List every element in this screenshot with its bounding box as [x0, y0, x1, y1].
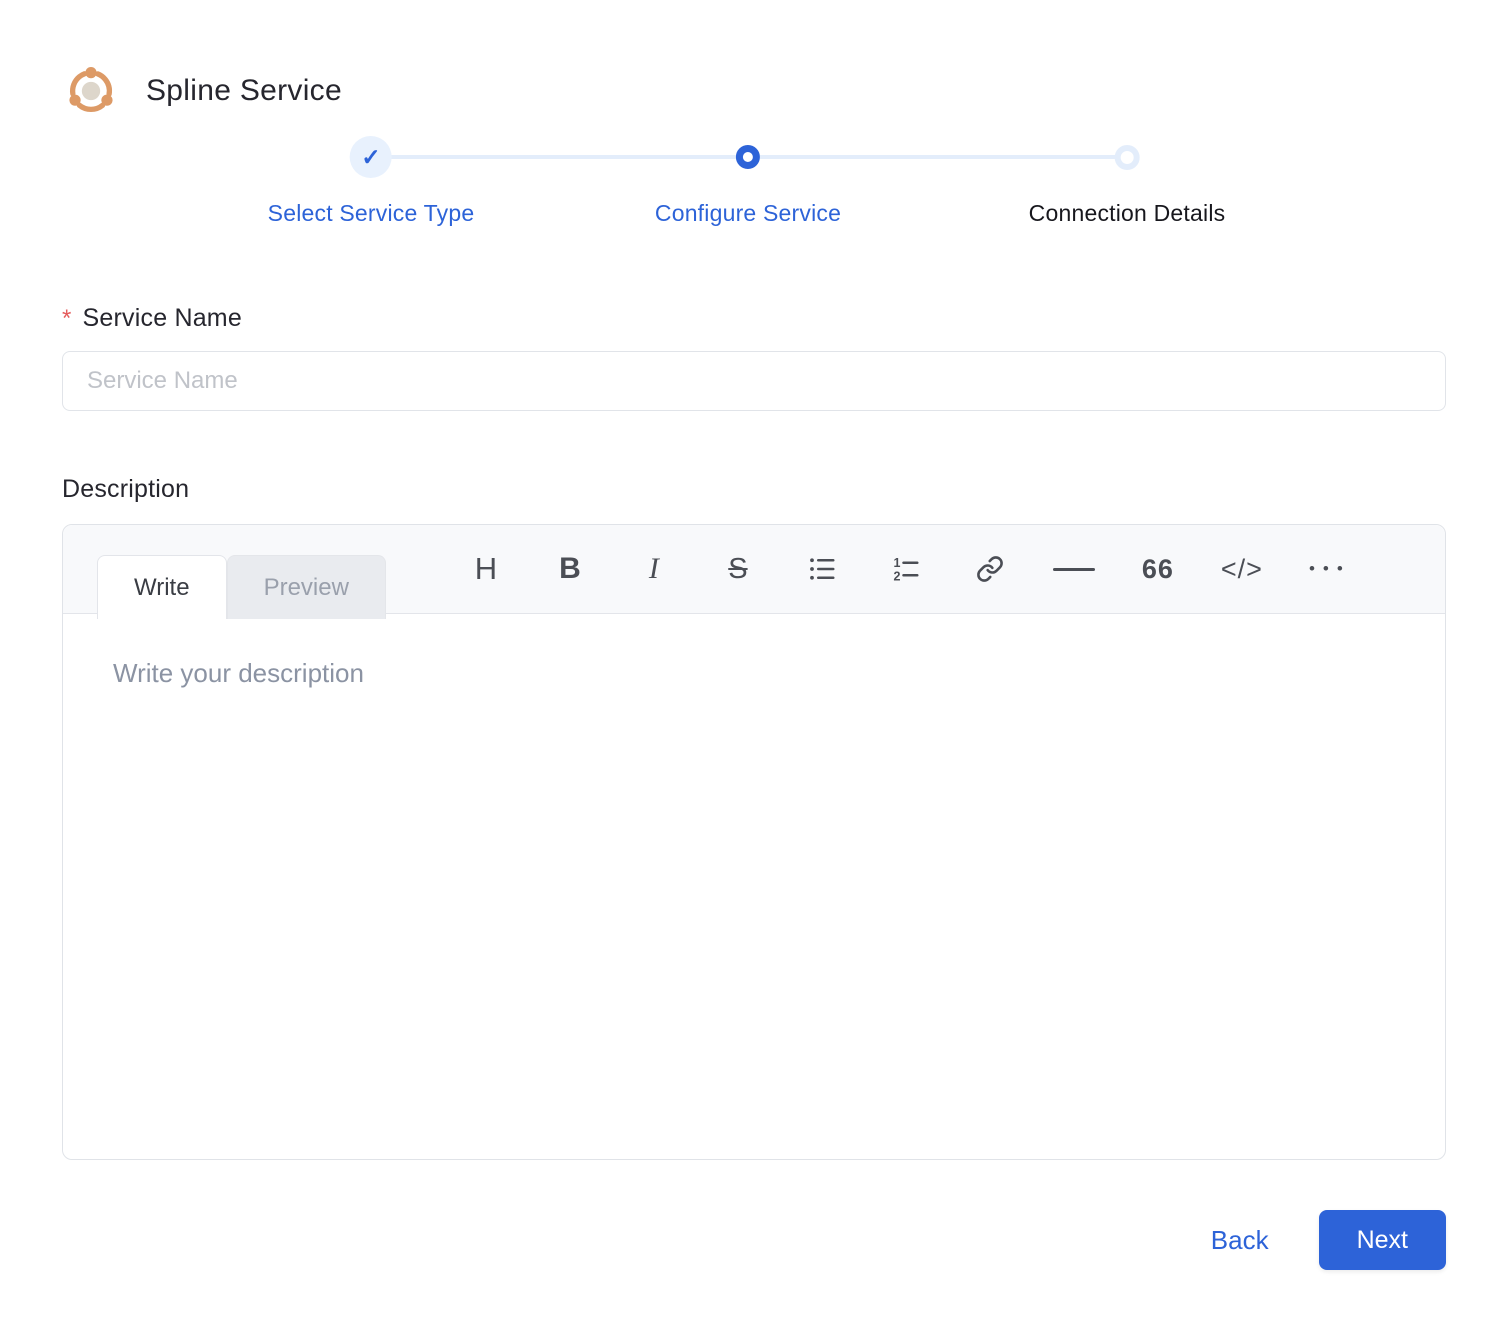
- svg-text:2: 2: [893, 569, 900, 583]
- description-textarea[interactable]: [63, 614, 1445, 1159]
- app-header: Spline Service: [0, 0, 1506, 120]
- quote-icon: 66: [1141, 553, 1174, 584]
- editor-toolbar: H B I S 1 2 66 </> •••: [444, 537, 1368, 601]
- svg-text:1: 1: [893, 556, 900, 570]
- editor-tabs: Write Preview: [97, 555, 386, 619]
- required-asterisk: *: [62, 305, 72, 332]
- step-circle-upcoming: [1106, 136, 1148, 178]
- tab-preview-label: Preview: [263, 573, 349, 601]
- service-name-label-text: Service Name: [82, 304, 242, 332]
- wizard-footer: Back Next: [60, 1210, 1446, 1270]
- bullet-list-button[interactable]: [780, 537, 864, 601]
- code-icon: </>: [1220, 553, 1263, 584]
- description-label-text: Description: [62, 475, 190, 503]
- step-configure-service[interactable]: Configure Service: [655, 136, 841, 227]
- back-button[interactable]: Back: [1211, 1225, 1269, 1256]
- check-icon: ✓: [361, 143, 381, 170]
- markdown-editor: Write Preview H B I S 1 2 66 </> ••• Wri…: [62, 524, 1446, 1160]
- step-label: Select Service Type: [267, 200, 475, 226]
- numbered-list-button[interactable]: 1 2: [864, 537, 948, 601]
- link-button[interactable]: [948, 537, 1032, 601]
- page-title: Spline Service: [146, 74, 342, 107]
- editor-header: Write Preview H B I S 1 2 66 </> •••: [63, 525, 1445, 619]
- step-connection-details[interactable]: Connection Details: [1029, 136, 1226, 227]
- italic-button[interactable]: I: [612, 537, 696, 601]
- step-label: Configure Service: [654, 200, 842, 226]
- configure-service-page: Spline Service ✓ Select Service Type Con…: [0, 0, 1506, 1332]
- tab-write[interactable]: Write: [97, 555, 227, 619]
- step-circle-active: [727, 136, 769, 178]
- wizard-stepper: ✓ Select Service Type Configure Service …: [0, 136, 1506, 240]
- configure-service-form: * Service Name Description Write Preview: [62, 304, 1446, 1160]
- bold-icon: B: [559, 552, 581, 585]
- service-name-label: * Service Name: [62, 304, 1446, 333]
- heading-icon: H: [474, 551, 498, 586]
- service-name-input[interactable]: [62, 351, 1446, 411]
- link-icon: [977, 556, 1003, 582]
- step-select-service-type[interactable]: ✓ Select Service Type: [268, 136, 475, 227]
- strikethrough-button[interactable]: S: [696, 537, 780, 601]
- horizontal-rule-icon: [1052, 567, 1095, 571]
- code-button[interactable]: </>: [1200, 537, 1284, 601]
- step-label: Connection Details: [1028, 200, 1226, 226]
- more-button[interactable]: •••: [1284, 537, 1368, 601]
- spline-service-logo-icon: [62, 62, 120, 120]
- bold-button[interactable]: B: [528, 537, 612, 601]
- step-circle-completed: ✓: [350, 136, 392, 178]
- horizontal-rule-button[interactable]: [1032, 537, 1116, 601]
- italic-icon: I: [648, 552, 659, 585]
- strikethrough-icon: S: [728, 552, 748, 585]
- numbered-list-icon: 1 2: [893, 556, 919, 583]
- more-options-icon: •••: [1308, 559, 1351, 578]
- next-button[interactable]: Next: [1318, 1210, 1446, 1270]
- quote-button[interactable]: 66: [1116, 537, 1200, 601]
- bullet-list-icon: [810, 558, 835, 580]
- editor-body: [63, 614, 1445, 1159]
- description-label: Description: [62, 475, 1446, 504]
- heading-button[interactable]: H: [444, 537, 528, 601]
- tab-preview[interactable]: Preview: [226, 555, 386, 619]
- tab-write-label: Write: [134, 573, 190, 601]
